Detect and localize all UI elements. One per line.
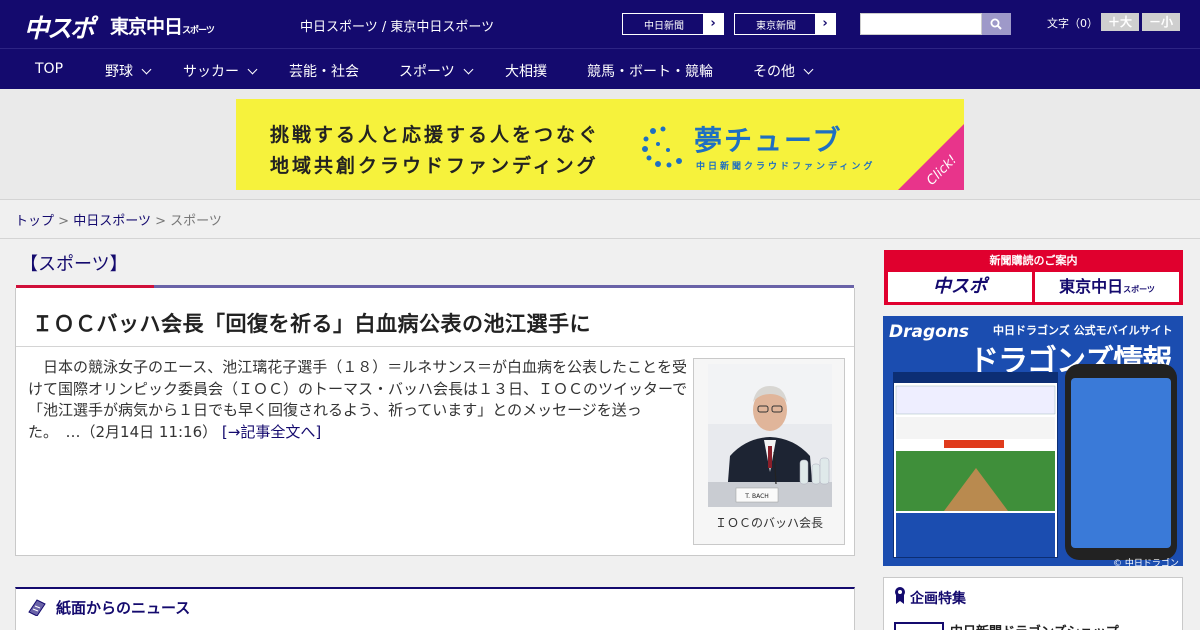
nav-item-sports[interactable]: スポーツ [399,61,474,81]
banner-area: 挑戦する人と応援する人をつなぐ 地域共創クラウドファンディング 夢チューブ 中日… [0,89,1200,200]
banner-line-2: 地域共創クラウドファンディング [270,155,599,177]
article-photo-frame: T. BACH ＩＯＣのバッハ会長 [693,358,845,545]
search-icon [990,18,1002,30]
tokyo-logo-suffix: スポーツ [182,26,215,36]
breadcrumb: トップ > 中日スポーツ > スポーツ [15,210,222,229]
section-title: 【スポーツ】 [20,254,128,275]
breadcrumb-link-chuspo[interactable]: 中日スポーツ [73,214,151,229]
breadcrumb-current: スポーツ [170,214,222,229]
chunichi-shimbun-button[interactable]: 中日新聞 › [622,13,724,35]
article-body: 日本の競泳女子のエース、池江璃花子選手（１８）＝ルネサンス＝が白血病を公表したこ… [28,357,688,443]
news-from-paper-section: 紙面からのニュース [15,587,855,630]
nav-item-top[interactable]: TOP [35,61,63,77]
search-button[interactable] [982,13,1011,35]
dragons-shop-thumbnail[interactable] [894,622,944,630]
subscribe-chuspo-button[interactable]: 中スポ [888,272,1032,302]
chevron-down-icon [803,64,814,75]
nav-label: 野球 [105,64,133,80]
font-smaller-button[interactable]: －小 [1142,13,1180,31]
article-card: ＩＯＣバッハ会長「回復を祈る」白血病公表の池江選手に 日本の競泳女子のエース、池… [15,288,855,556]
nav-item-soccer[interactable]: サッカー [183,61,258,81]
dragons-mobile-ad[interactable]: Dragons 中日ドラゴンズ 公式モバイルサイト ドラゴンズ情報 © 中日ドラ… [883,316,1183,566]
banner-line-1: 挑戦する人と応援する人をつなぐ [270,124,601,146]
dragons-ad-scoreboard-image [893,372,1058,558]
tokyo-chunichi-logo[interactable]: 東京中日スポーツ [110,12,215,39]
nav-item-racing[interactable]: 競馬・ボート・競輪 [587,61,713,81]
yume-tube-subtitle: 中日新聞クラウドファンディング [696,162,876,172]
nav-label: TOP [35,61,64,77]
yume-tube-dots-icon [642,126,682,168]
dragons-ad-copyright: © 中日ドラゴンズ [1113,559,1179,566]
read-full-article-link[interactable]: [→記事全文へ] [222,423,321,441]
subscribe-tokyo-suffix: スポーツ [1123,285,1155,294]
main-nav: TOP 野球 サッカー 芸能・社会 スポーツ 大相撲 競馬・ボート・競輪 その他 [0,48,1200,89]
newspaper-icon [28,599,46,616]
chevron-right-icon: › [815,14,835,34]
top-header: 中スポ 東京中日スポーツ 中日スポーツ / 東京中日スポーツ 中日新聞 › 東京… [0,0,1200,48]
dragons-shop-link[interactable]: 中日新聞ドラゴンズショップ [950,621,1119,630]
chuspo-logo[interactable]: 中スポ [24,9,95,45]
breadcrumb-separator: > [155,214,166,229]
tokyo-shimbun-button[interactable]: 東京新聞 › [734,13,836,35]
article-summary: 日本の競泳女子のエース、池江璃花子選手（１８）＝ルネサンス＝が白血病を公表したこ… [28,358,688,441]
nav-label: 大相撲 [505,64,547,80]
crowdfunding-banner[interactable]: 挑戦する人と応援する人をつなぐ 地域共創クラウドファンディング 夢チューブ 中日… [236,99,964,190]
yume-tube-brand: 夢チューブ [694,124,843,157]
nav-item-entertainment[interactable]: 芸能・社会 [289,61,359,81]
nav-label: 競馬・ボート・競輪 [587,64,713,80]
nav-label: スポーツ [399,64,455,80]
site-names: 中日スポーツ / 東京中日スポーツ [300,20,495,35]
bach-portrait-image: T. BACH [708,364,832,507]
nav-label: サッカー [183,64,239,80]
subscribe-tokyo-chunichi-button[interactable]: 東京中日スポーツ [1035,272,1179,302]
tokyo-logo-text: 東京中日 [110,16,183,38]
subscription-header: 新聞購読のご案内 [989,254,1078,267]
news-section-title: 紙面からのニュース [56,599,191,617]
article-title[interactable]: ＩＯＣバッハ会長「回復を祈る」白血病公表の池江選手に [32,308,591,338]
breadcrumb-separator: > [58,214,70,229]
nav-label: 芸能・社会 [289,64,359,80]
nav-label: その他 [753,64,795,80]
chevron-down-icon [463,64,474,75]
breadcrumb-link-top[interactable]: トップ [15,214,54,229]
special-feature-title: 企画特集 [910,591,966,607]
breadcrumb-divider [0,238,1200,239]
chunichi-shimbun-label: 中日新聞 [644,21,684,32]
tokyo-shimbun-label: 東京新聞 [756,21,796,32]
nav-item-baseball[interactable]: 野球 [105,61,152,81]
nav-item-other[interactable]: その他 [753,61,814,81]
article-divider [16,346,854,347]
dragons-ad-phone-image [1065,364,1177,560]
chevron-right-icon: › [703,14,723,34]
subscribe-tokyo-label: 東京中日 [1059,277,1124,296]
search-input[interactable] [860,13,982,35]
article-photo[interactable]: T. BACH [708,364,832,507]
font-bigger-button[interactable]: ＋大 [1101,13,1139,31]
nameplate-text: T. BACH [744,493,769,500]
ribbon-icon [895,587,905,604]
special-feature-box: 企画特集 中日新聞ドラゴンズショップ [883,577,1183,630]
chevron-down-icon [247,64,258,75]
nav-item-sumo[interactable]: 大相撲 [505,61,547,81]
chevron-down-icon [141,64,152,75]
subscription-box: 新聞購読のご案内 中スポ 東京中日スポーツ [884,250,1183,305]
font-size-label: 文字（0） [1047,17,1098,30]
dragons-ad-logo: Dragons [889,322,970,342]
photo-caption: ＩＯＣのバッハ会長 [714,516,823,530]
